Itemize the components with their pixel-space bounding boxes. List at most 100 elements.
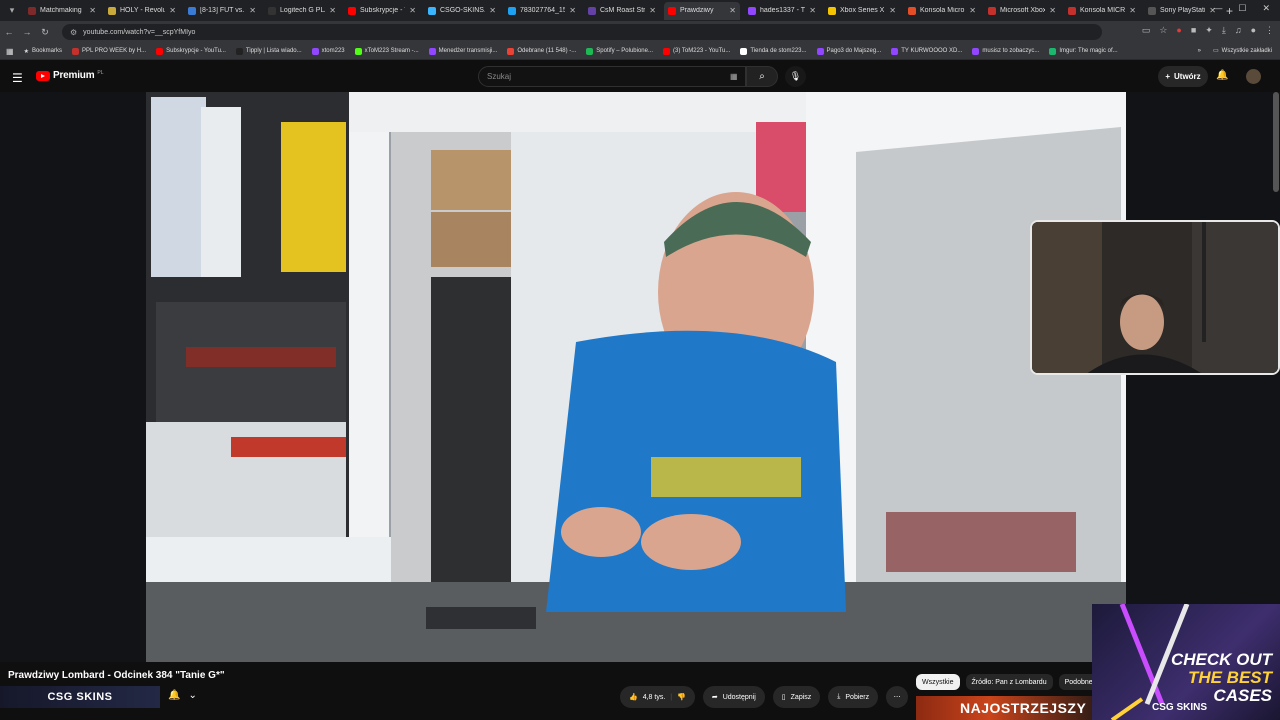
recommended-thumbnail[interactable]: NAJOSTRZEJSZY bbox=[916, 696, 1100, 720]
bookmark-item[interactable]: xToM223 Stream -... bbox=[354, 47, 419, 55]
extensions-area: ▭ ☆ ● ■ ✦ ⤓ ♫ ● ⋮ bbox=[1142, 25, 1274, 36]
share-button[interactable]: ➦ Udostępnij bbox=[702, 686, 765, 708]
chip-all[interactable]: Wszystkie bbox=[916, 674, 960, 690]
browser-tab[interactable]: Prawdziwy ✕ bbox=[664, 1, 740, 20]
save-icon: ▯ bbox=[781, 694, 786, 701]
tab-close-icon[interactable]: ✕ bbox=[729, 6, 736, 15]
youtube-premium-logo[interactable]: Premium PL bbox=[36, 70, 104, 81]
bookmark-item[interactable]: Subskrypcje - YouTu... bbox=[156, 47, 226, 55]
channel-banner[interactable]: CSG SKINS bbox=[0, 686, 160, 708]
apps-grid-icon[interactable]: ▦ bbox=[6, 47, 14, 56]
keyboard-icon[interactable]: ▦ bbox=[730, 72, 738, 81]
bookmark-favicon-icon bbox=[740, 47, 748, 55]
all-bookmarks-folder[interactable]: ▭ Wszystkie zakładki bbox=[1213, 47, 1272, 55]
bookmark-item[interactable]: Tienda de stom223... bbox=[740, 47, 807, 55]
media-icon[interactable]: ♫ bbox=[1235, 25, 1242, 36]
tab-favicon-icon bbox=[108, 6, 116, 15]
browser-tab[interactable]: [8-13] FUT vs. V ✕ bbox=[184, 2, 260, 20]
browser-tab[interactable]: CSGO-SKINS.C ✕ bbox=[424, 2, 500, 20]
bookmark-item[interactable]: (3) ToM223 - YouTu... bbox=[663, 47, 730, 55]
tab-close-icon[interactable]: ✕ bbox=[89, 6, 96, 15]
extension-icon[interactable]: ● bbox=[1176, 25, 1181, 36]
tab-close-icon[interactable]: ✕ bbox=[409, 6, 416, 15]
bookmark-item[interactable]: PPL PRO WEEK by H... bbox=[71, 47, 147, 55]
tab-label: Sony PlayStatio bbox=[1160, 7, 1206, 14]
profile-icon[interactable]: ● bbox=[1251, 25, 1256, 36]
search-button[interactable]: ⌕ bbox=[746, 66, 778, 87]
create-button[interactable]: + Utwórz bbox=[1158, 66, 1208, 87]
download-icon: ⤓ bbox=[837, 693, 841, 700]
bookmark-item[interactable]: Odebrane (11 548) -... bbox=[507, 47, 576, 55]
browser-tab[interactable]: HOLY - Revolu ✕ bbox=[104, 2, 180, 20]
close-window-icon[interactable]: ✕ bbox=[1262, 3, 1270, 14]
browser-tab[interactable]: 783027764_15 ✕ bbox=[504, 2, 580, 20]
subscription-bell[interactable]: 🔔 ⌄ bbox=[168, 690, 197, 701]
extensions-puzzle-icon[interactable]: ✦ bbox=[1205, 25, 1213, 36]
tab-close-icon[interactable]: ✕ bbox=[329, 6, 336, 15]
promo-overlay: CHECK OUT THE BEST CASES CSG SKINS bbox=[1092, 604, 1280, 720]
browser-tab[interactable]: Sony PlayStatio ✕ bbox=[1144, 2, 1220, 20]
save-button[interactable]: ▯ Zapisz bbox=[772, 686, 821, 708]
chevron-down-icon: ⌄ bbox=[188, 690, 197, 701]
more-actions-button[interactable]: ⋯ bbox=[886, 686, 909, 708]
bookmark-item[interactable]: Tipply | Lista wiado... bbox=[235, 47, 302, 55]
bookmark-star-icon[interactable]: ☆ bbox=[1159, 25, 1167, 36]
search-icon: ⌕ bbox=[759, 71, 765, 82]
browser-tab[interactable]: Matchmaking ✕ bbox=[24, 2, 100, 20]
reload-icon[interactable]: ↻ bbox=[36, 27, 54, 38]
search-input[interactable]: Szukaj bbox=[478, 66, 746, 87]
extension-icon[interactable]: ■ bbox=[1191, 25, 1196, 36]
tab-close-icon[interactable]: ✕ bbox=[489, 6, 496, 15]
site-info-icon[interactable]: ⚙ bbox=[70, 28, 77, 37]
bookmark-item[interactable]: TY KURWOOOO XD... bbox=[891, 47, 962, 55]
browser-tab[interactable]: Logitech G PLA ✕ bbox=[264, 2, 340, 20]
tab-close-icon[interactable]: ✕ bbox=[1129, 6, 1136, 15]
tab-close-icon[interactable]: ✕ bbox=[969, 6, 976, 15]
bookmark-item[interactable]: Imgur: The magic of... bbox=[1049, 47, 1118, 55]
maximize-icon[interactable]: ☐ bbox=[1238, 3, 1246, 14]
voice-search-button[interactable]: 🎙 bbox=[785, 66, 806, 87]
minimize-icon[interactable]: — bbox=[1213, 3, 1222, 14]
more-bookmarks-icon[interactable]: » bbox=[1198, 48, 1201, 54]
share-icon: ➦ bbox=[711, 694, 718, 701]
avatar[interactable] bbox=[1246, 69, 1261, 84]
video-player[interactable] bbox=[146, 92, 1126, 662]
bookmark-item[interactable]: xtom223 bbox=[311, 47, 345, 55]
browser-tab[interactable]: Subskrypcje - Y ✕ bbox=[344, 2, 420, 20]
bookmark-label: PPL PRO WEEK by H... bbox=[81, 48, 147, 54]
cast-icon[interactable]: ▭ bbox=[1142, 25, 1151, 36]
browser-tab[interactable]: Xbox Series X ✕ bbox=[824, 2, 900, 20]
bookmarks-folder[interactable]: ★ Bookmarks bbox=[24, 48, 62, 55]
browser-tab[interactable]: Konsola MICRO✕ bbox=[1064, 2, 1140, 20]
like-button[interactable]: 👍 4,8 tys. | 👎 bbox=[620, 686, 695, 708]
page-scrollbar[interactable] bbox=[1273, 92, 1279, 192]
menu-dots-icon[interactable]: ⋮ bbox=[1265, 25, 1274, 36]
tab-close-icon[interactable]: ✕ bbox=[809, 6, 816, 15]
browser-tab[interactable]: CsM Roast Stre ✕ bbox=[584, 2, 660, 20]
download-button[interactable]: ⤓ Pobierz bbox=[828, 686, 879, 708]
url-field[interactable]: ⚙ youtube.com/watch?v=__scpYfMIyo bbox=[62, 24, 1102, 40]
bookmark-item[interactable]: Menedżer transmisji... bbox=[428, 47, 497, 55]
hamburger-menu-icon[interactable]: ☰ bbox=[12, 71, 23, 85]
tab-close-icon[interactable]: ✕ bbox=[569, 6, 576, 15]
browser-tab[interactable]: Microsoft Xbox ✕ bbox=[984, 2, 1060, 20]
tab-close-icon[interactable]: ✕ bbox=[169, 6, 176, 15]
browser-tab[interactable]: hades1337 - T ✕ bbox=[744, 2, 820, 20]
download-icon[interactable]: ⤓ bbox=[1222, 25, 1226, 36]
bookmark-item[interactable]: Spotify – Polubione... bbox=[586, 47, 653, 55]
tab-close-icon[interactable]: ✕ bbox=[249, 6, 256, 15]
tab-close-icon[interactable]: ✕ bbox=[889, 6, 896, 15]
tab-close-icon[interactable]: ✕ bbox=[1049, 6, 1056, 15]
channel-banner-text: CSG SKINS bbox=[47, 691, 113, 703]
tab-close-icon[interactable]: ✕ bbox=[649, 6, 656, 15]
forward-icon[interactable]: → bbox=[18, 27, 36, 37]
bookmark-item[interactable]: Pago3 do Majszeg... bbox=[816, 47, 881, 55]
browser-tab[interactable]: Konsola Micro ✕ bbox=[904, 2, 980, 20]
bookmark-item[interactable]: musisz to zobaczyc... bbox=[972, 47, 1039, 55]
tab-favicon-icon bbox=[748, 6, 756, 15]
back-icon[interactable]: ← bbox=[0, 27, 18, 37]
notifications-bell-icon[interactable]: 🔔 bbox=[1216, 70, 1228, 81]
tab-search-icon[interactable]: ▾ bbox=[4, 3, 20, 19]
thumbs-down-icon[interactable]: 👎 bbox=[677, 693, 686, 701]
chip-source[interactable]: Źródło: Pan z Lombardu bbox=[965, 674, 1053, 690]
